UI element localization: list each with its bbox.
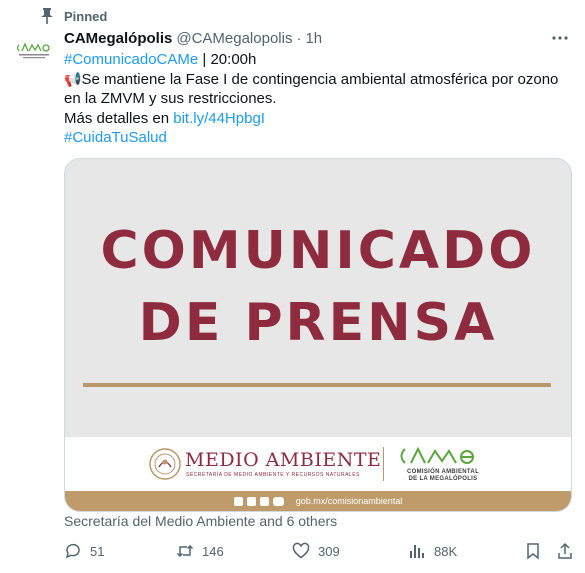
- card-footer: gob.mx/comisionambiental: [65, 491, 571, 511]
- came-logo-icon: [400, 446, 474, 464]
- more-icon[interactable]: [551, 31, 569, 45]
- tweet-body: Se mantiene la Fase I de contingencia am…: [64, 70, 559, 108]
- card-title-line2: DE PRENSA: [138, 293, 498, 353]
- pin-icon: [41, 8, 53, 24]
- card-image-area: COMUNICADO DE PRENSA: [65, 159, 571, 437]
- card-title-line1: COMUNICADO: [100, 221, 536, 281]
- hashtag-comunicado[interactable]: #ComunicadoCAMe: [64, 51, 198, 68]
- reply-count: 51: [90, 543, 105, 559]
- pinned-indicator: Pinned: [40, 6, 107, 26]
- repost-button[interactable]: 146: [176, 540, 224, 562]
- logo-divider: [383, 447, 384, 481]
- medio-ambiente-title: MEDIO AMBIENTE: [185, 449, 382, 471]
- views-icon: [410, 545, 424, 558]
- bookmark-icon: [527, 543, 539, 560]
- social-context[interactable]: Secretaría del Medio Ambiente and 6 othe…: [64, 513, 337, 529]
- media-card[interactable]: COMUNICADO DE PRENSA MEDIO AMBIENTE SECR…: [64, 158, 572, 512]
- timestamp[interactable]: 1h: [305, 30, 322, 47]
- share-icon: [558, 542, 572, 559]
- came-avatar-logo: [16, 42, 50, 59]
- details-prefix: Más detalles en: [64, 109, 174, 127]
- tweet-header: CAMegalópolis @CAMegalopolis · 1h: [64, 27, 571, 49]
- medio-ambiente-subtitle: SECRETARÍA DE MEDIO AMBIENTE Y RECURSOS …: [186, 472, 360, 478]
- like-button[interactable]: 309: [292, 540, 340, 562]
- views-count: 88K: [434, 543, 458, 559]
- repost-count: 146: [202, 543, 224, 559]
- reply-button[interactable]: 51: [64, 540, 104, 562]
- came-subtitle-line1: COMISIÓN AMBIENTAL: [406, 469, 480, 475]
- came-logo-block: COMISIÓN AMBIENTAL DE LA MEGALÓPOLIS: [387, 437, 499, 491]
- share-button[interactable]: [556, 540, 574, 562]
- pinned-label: Pinned: [64, 8, 108, 24]
- like-count: 309: [318, 543, 340, 559]
- repost-icon: [176, 544, 194, 558]
- reply-icon: [65, 543, 80, 559]
- megaphone-icon: 📢: [64, 70, 82, 87]
- gold-divider: [83, 383, 551, 387]
- details-link[interactable]: bit.ly/44HpbgI: [173, 110, 265, 127]
- national-seal-icon: [149, 448, 181, 480]
- instagram-icon: [259, 496, 269, 506]
- hashtag-cuidatusalud[interactable]: #CuidaTuSalud: [64, 129, 167, 146]
- tweet-text: #ComunicadoCAMe | 20:00h 📢Se mantiene la…: [64, 50, 574, 148]
- like-icon: [292, 542, 310, 559]
- separator: ·: [296, 29, 302, 47]
- avatar[interactable]: [14, 30, 56, 72]
- handle[interactable]: @CAMegalopolis: [176, 30, 292, 47]
- views-button[interactable]: 88K: [408, 540, 457, 562]
- action-bar: 51 146 309 88K: [64, 540, 576, 562]
- facebook-icon: [233, 496, 243, 506]
- footer-url: gob.mx/comisionambiental: [295, 496, 403, 506]
- youtube-icon: [272, 496, 284, 506]
- tweet-time-text: | 20:00h: [198, 51, 257, 68]
- came-subtitle-line2: DE LA MEGALÓPOLIS: [408, 476, 478, 482]
- twitter-icon: [246, 496, 256, 506]
- display-name[interactable]: CAMegalópolis: [64, 30, 172, 47]
- bookmark-button[interactable]: [524, 540, 542, 562]
- logo-band: MEDIO AMBIENTE SECRETARÍA DE MEDIO AMBIE…: [65, 437, 571, 491]
